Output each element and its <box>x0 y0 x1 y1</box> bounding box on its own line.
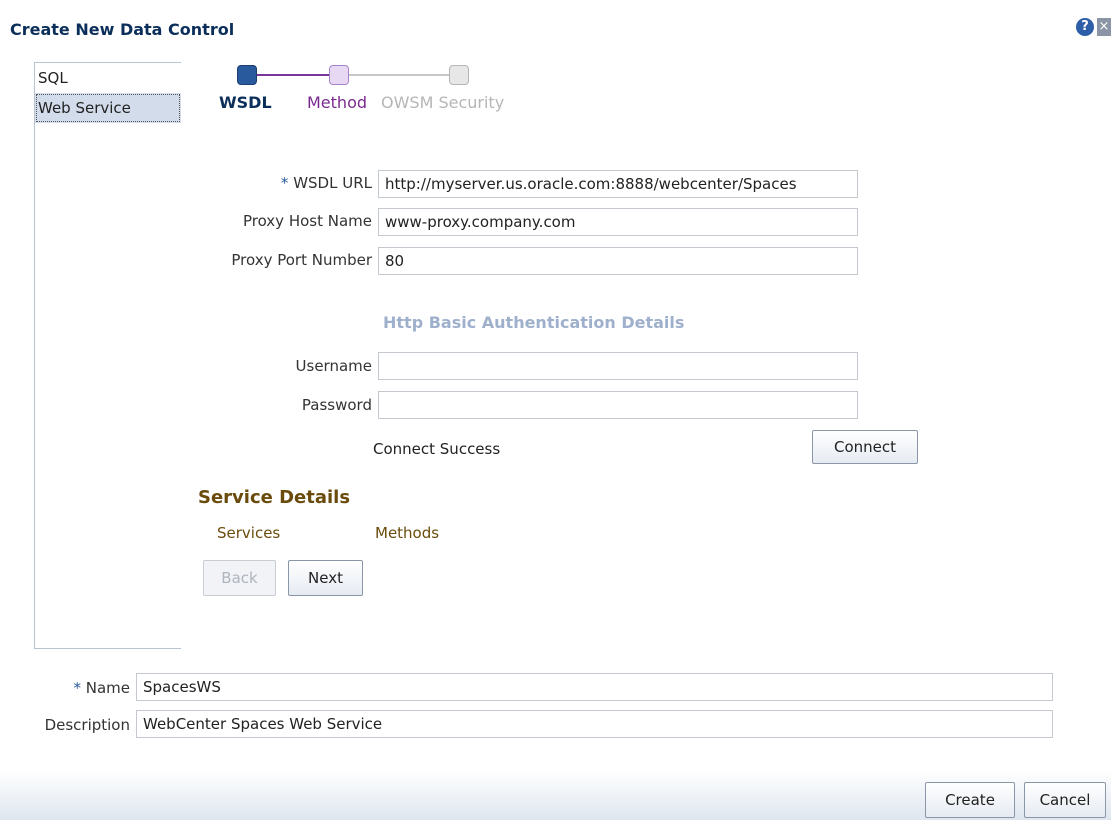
proxy-port-field[interactable]: 80 <box>378 247 858 275</box>
train-connector <box>257 74 329 76</box>
username-field[interactable] <box>378 352 858 380</box>
wsdl-url-field[interactable]: http://myserver.us.oracle.com:8888/webce… <box>378 170 858 198</box>
data-control-type-list[interactable]: SQL Web Service <box>34 62 181 649</box>
train-connector <box>349 74 449 76</box>
methods-label: Methods <box>375 524 440 542</box>
service-details-heading: Service Details <box>198 487 351 508</box>
train-label-owsm-security: OWSM Security <box>381 93 505 112</box>
services-label: Services <box>217 524 281 542</box>
wsdl-url-label: * WSDL URL <box>172 174 372 192</box>
list-item-sql[interactable]: SQL <box>35 63 181 93</box>
back-button: Back <box>203 560 276 596</box>
train-label-wsdl[interactable]: WSDL <box>219 93 272 112</box>
proxy-port-label: Proxy Port Number <box>231 251 372 269</box>
required-marker: * <box>73 679 81 697</box>
cancel-button[interactable]: Cancel <box>1024 782 1106 818</box>
password-field[interactable] <box>378 391 858 419</box>
dialog-title: Create New Data Control <box>10 20 235 39</box>
name-field[interactable]: SpacesWS <box>136 673 1053 701</box>
close-icon[interactable]: × <box>1097 18 1111 36</box>
description-field[interactable]: WebCenter Spaces Web Service <box>136 710 1053 738</box>
required-marker: * <box>280 174 289 192</box>
connect-status: Connect Success <box>373 440 501 458</box>
train-stop-method[interactable] <box>329 65 349 85</box>
list-item-web-service[interactable]: Web Service <box>35 93 181 123</box>
connect-button[interactable]: Connect <box>812 430 918 464</box>
proxy-host-field[interactable]: www-proxy.company.com <box>378 208 858 236</box>
create-button[interactable]: Create <box>925 782 1015 818</box>
name-label-text: Name <box>85 679 130 697</box>
train-stop-wsdl[interactable] <box>237 65 257 85</box>
username-label: Username <box>295 357 372 375</box>
http-auth-heading: Http Basic Authentication Details <box>383 313 685 332</box>
proxy-host-label: Proxy Host Name <box>242 212 372 230</box>
next-button[interactable]: Next <box>288 560 363 596</box>
password-label: Password <box>301 396 372 414</box>
wsdl-url-label-text: WSDL URL <box>293 174 372 192</box>
help-icon[interactable]: ? <box>1076 18 1094 36</box>
train-label-method[interactable]: Method <box>307 93 367 112</box>
train-stop-owsm-security <box>449 65 469 85</box>
name-label: * Name <box>0 679 130 697</box>
description-label: Description <box>44 716 130 734</box>
